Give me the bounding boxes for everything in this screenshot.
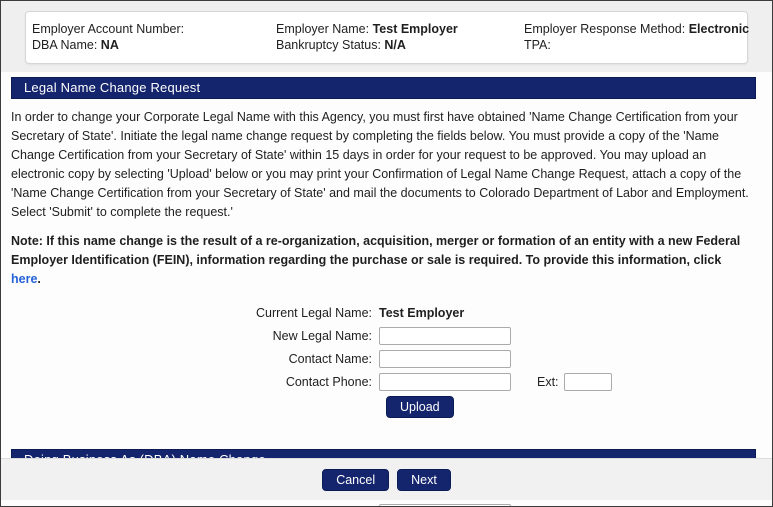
current-legal-name-value: Test Employer [379,305,464,322]
employer-response-method-row: Employer Response Method: Electronic [524,21,749,37]
ext-label: Ext: [537,375,559,389]
new-legal-name-label: New Legal Name: [11,328,379,345]
current-legal-name-row: Current Legal Name: Test Employer [11,305,754,322]
dba-name-row: DBA Name: NA [32,37,276,53]
employer-info-col-2: Employer Name: Test Employer Bankruptcy … [276,21,524,56]
bankruptcy-status-value: N/A [384,38,406,52]
legal-name-change-instructions: In order to change your Corporate Legal … [11,108,754,222]
upload-row: Upload [11,396,754,418]
dba-name-label: DBA Name: [32,38,97,52]
employer-info-band: Employer Account Number: DBA Name: NA Em… [1,1,772,72]
employer-response-method-label: Employer Response Method: [524,22,685,36]
fein-note-period: . [37,272,40,286]
current-legal-name-label: Current Legal Name: [11,305,379,322]
employer-response-method-value: Electronic [689,22,749,36]
dba-name-value: NA [101,38,119,52]
tpa-row: TPA: [524,37,749,53]
employer-account-number-label: Employer Account Number: [32,22,184,36]
employer-name-label: Employer Name: [276,22,369,36]
contact-name-label: Contact Name: [11,351,379,368]
employer-name-row: Employer Name: Test Employer [276,21,524,37]
fein-here-link[interactable]: here [11,272,37,286]
legal-name-change-content: In order to change your Corporate Legal … [1,108,772,418]
employer-info-col-3: Employer Response Method: Electronic TPA… [524,21,749,56]
cancel-button[interactable]: Cancel [322,469,389,491]
contact-phone-row: Contact Phone: Ext: [11,373,754,391]
contact-phone-label: Contact Phone: [11,374,379,391]
employer-account-number-row: Employer Account Number: [32,21,276,37]
page-frame: Employer Account Number: DBA Name: NA Em… [0,0,773,507]
legal-name-change-form: Current Legal Name: Test Employer New Le… [11,305,754,418]
contact-name-input[interactable] [379,350,511,368]
bankruptcy-status-row: Bankruptcy Status: N/A [276,37,524,53]
new-legal-name-row: New Legal Name: [11,327,754,345]
tpa-label: TPA: [524,38,551,52]
fein-note: Note: If this name change is the result … [11,232,754,289]
contact-phone-input[interactable] [379,373,511,391]
new-legal-name-input[interactable] [379,327,511,345]
employer-name-value: Test Employer [373,22,458,36]
employer-info-card: Employer Account Number: DBA Name: NA Em… [25,11,748,64]
next-button[interactable]: Next [397,469,451,491]
fein-note-text: Note: If this name change is the result … [11,234,740,267]
ext-input[interactable] [564,373,612,391]
footer-action-band: Cancel Next [1,458,772,500]
employer-info-col-1: Employer Account Number: DBA Name: NA [32,21,276,56]
bankruptcy-status-label: Bankruptcy Status: [276,38,381,52]
upload-button[interactable]: Upload [386,396,454,418]
contact-name-row: Contact Name: [11,350,754,368]
legal-name-change-section-header: Legal Name Change Request [11,77,756,99]
legal-name-change-section-title: Legal Name Change Request [24,80,200,95]
